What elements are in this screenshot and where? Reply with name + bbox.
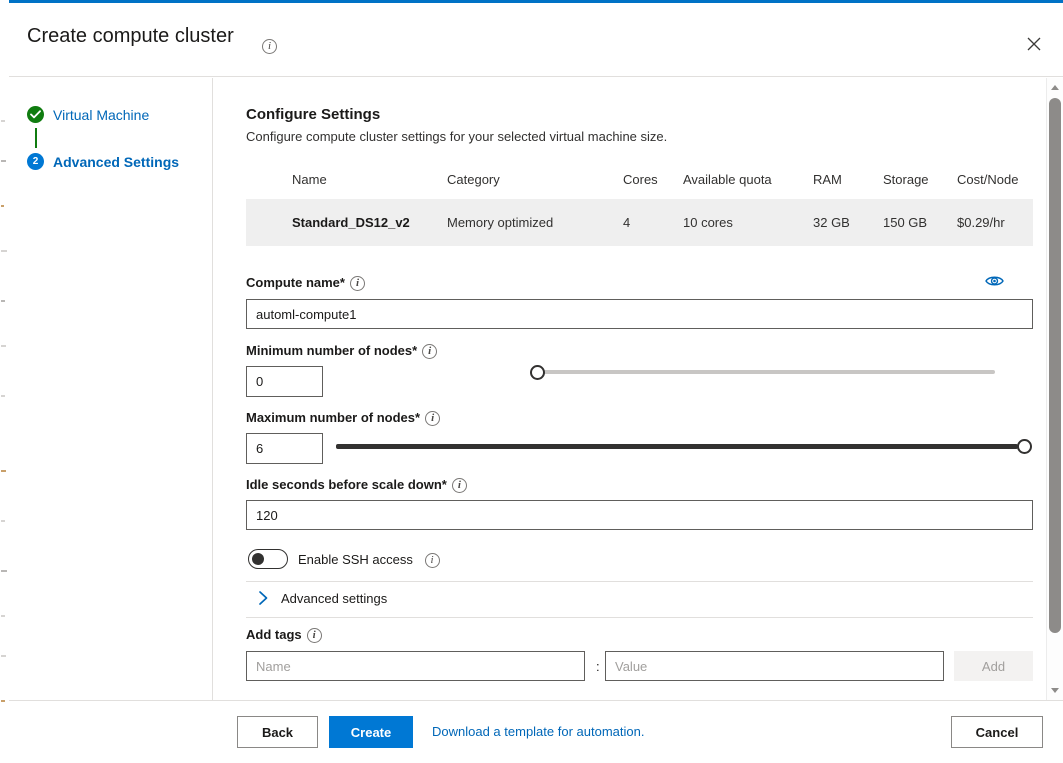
sidebar-item-virtual-machine[interactable]: Virtual Machine (27, 106, 149, 123)
tag-name-input[interactable] (246, 651, 585, 681)
wizard-steps-sidebar: Virtual Machine 2 Advanced Settings (9, 78, 213, 700)
dialog-footer: Back Create Download a template for auto… (9, 700, 1063, 763)
scroll-down-arrow-icon (1051, 688, 1059, 693)
back-button[interactable]: Back (237, 716, 318, 748)
add-tags-label: Add tags (246, 627, 322, 644)
max-nodes-slider-track[interactable] (336, 444, 1018, 449)
vertical-scrollbar[interactable] (1046, 78, 1063, 700)
min-nodes-slider-track[interactable] (543, 370, 995, 374)
column-header-name: Name (292, 172, 327, 187)
step-number-badge: 2 (27, 153, 44, 170)
min-nodes-label-text: Minimum number of nodes (246, 343, 413, 358)
dialog-surface: Create compute cluster Virtual Machine (9, 0, 1063, 763)
idle-seconds-label-text: Idle seconds before scale down (246, 477, 442, 492)
page-title: Create compute cluster (27, 25, 234, 47)
chevron-right-icon (259, 591, 268, 605)
dialog-header: Create compute cluster (9, 3, 1063, 77)
section-subheading: Configure compute cluster settings for y… (246, 129, 668, 144)
compute-name-label-text: Compute name (246, 275, 340, 290)
min-nodes-label: Minimum number of nodes* (246, 343, 438, 360)
column-header-cost-node: Cost/Node (957, 172, 1019, 187)
step-number-label: 2 (32, 156, 39, 167)
cancel-button[interactable]: Cancel (951, 716, 1043, 748)
sidebar-item-label: Virtual Machine (53, 106, 150, 123)
required-asterisk: * (412, 343, 418, 358)
advanced-settings-label: Advanced settings (281, 590, 388, 606)
idle-seconds-label: Idle seconds before scale down* (246, 477, 467, 494)
background-page-sliver (0, 0, 9, 763)
max-nodes-slider-thumb[interactable] (1017, 439, 1032, 454)
add-tag-button[interactable]: Add (954, 651, 1033, 681)
cell-cores: 4 (623, 215, 631, 230)
cell-ram: 32 GB (813, 215, 850, 230)
cell-cost-node: $0.29/hr (957, 215, 1005, 230)
column-header-cores: Cores (623, 172, 658, 187)
cell-storage: 150 GB (883, 215, 928, 230)
eye-icon (984, 276, 1004, 285)
scroll-up-arrow-icon (1051, 85, 1059, 90)
section-heading: Configure Settings (246, 106, 381, 123)
min-nodes-slider-thumb[interactable] (530, 365, 545, 380)
sidebar-item-advanced-settings[interactable]: 2 Advanced Settings (27, 153, 179, 170)
column-header-storage: Storage (883, 172, 929, 187)
create-button[interactable]: Create (329, 716, 413, 748)
close-icon (1027, 37, 1041, 51)
info-icon[interactable] (306, 628, 322, 644)
info-icon[interactable] (262, 39, 277, 54)
scrollbar-thumb[interactable] (1049, 98, 1061, 633)
required-asterisk: * (441, 477, 447, 492)
step-connector-line (35, 128, 37, 148)
settings-content-pane: Configure Settings Configure compute clu… (214, 78, 1043, 700)
column-header-available-quota: Available quota (683, 172, 772, 187)
tag-separator: : (596, 659, 600, 674)
tag-value-input[interactable] (605, 651, 944, 681)
divider (246, 617, 1033, 618)
info-icon[interactable] (451, 478, 467, 494)
scroll-down-button[interactable] (1047, 682, 1063, 699)
max-nodes-input[interactable] (246, 433, 323, 464)
cell-available-quota: 10 cores (683, 215, 733, 230)
info-icon[interactable] (349, 276, 365, 292)
enable-ssh-label: Enable SSH access (298, 552, 440, 569)
compute-name-input[interactable] (246, 299, 1033, 329)
required-asterisk: * (415, 410, 421, 425)
cell-vm-name: Standard_DS12_v2 (292, 215, 410, 230)
scroll-up-button[interactable] (1047, 79, 1063, 96)
add-tags-label-text: Add tags (246, 627, 302, 642)
advanced-settings-toggle[interactable]: Advanced settings (258, 590, 387, 606)
idle-seconds-input[interactable] (246, 500, 1033, 530)
table-row: Standard_DS12_v2 Memory optimized 4 10 c… (246, 199, 1033, 246)
column-header-ram: RAM (813, 172, 842, 187)
enable-ssh-toggle[interactable] (248, 549, 288, 569)
info-icon[interactable] (425, 411, 441, 427)
cell-category: Memory optimized (447, 215, 554, 230)
min-nodes-input[interactable] (246, 366, 323, 397)
required-asterisk: * (339, 275, 345, 290)
download-template-link[interactable]: Download a template for automation. (432, 724, 644, 739)
max-nodes-label: Maximum number of nodes* (246, 410, 441, 427)
sidebar-item-label: Advanced Settings (53, 153, 180, 170)
info-icon[interactable] (424, 553, 440, 569)
info-icon[interactable] (422, 344, 438, 360)
toggle-knob (252, 553, 264, 565)
reveal-button[interactable] (984, 273, 1004, 291)
table-header-row: Name Category Cores Available quota RAM … (246, 166, 1033, 199)
selected-vm-table: Name Category Cores Available quota RAM … (246, 166, 1033, 246)
enable-ssh-label-text: Enable SSH access (298, 552, 413, 567)
column-header-category: Category (447, 172, 500, 187)
close-button[interactable] (1017, 28, 1051, 60)
check-circle-icon (27, 106, 44, 123)
compute-name-label: Compute name* (246, 275, 365, 292)
max-nodes-label-text: Maximum number of nodes (246, 410, 416, 425)
check-icon (30, 110, 41, 119)
divider (246, 581, 1033, 582)
create-compute-cluster-dialog: Create compute cluster Virtual Machine (0, 0, 1063, 763)
